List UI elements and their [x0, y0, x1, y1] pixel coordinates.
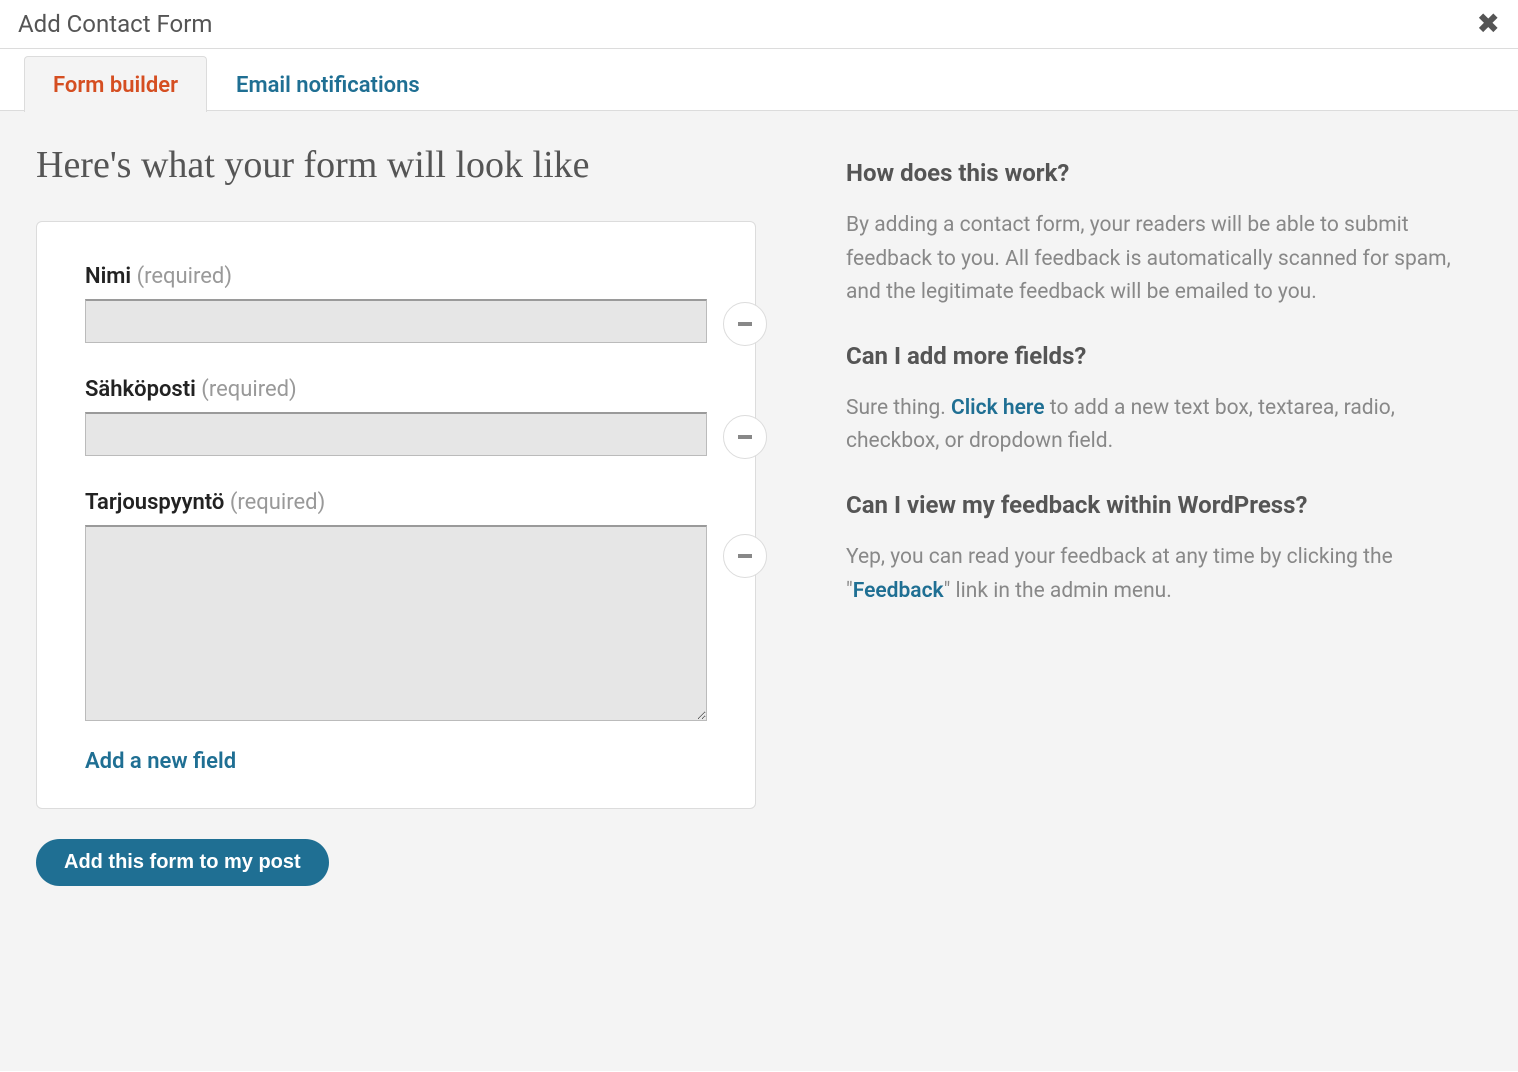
tab-bar: Form builder Email notifications — [0, 49, 1518, 111]
help-heading: Can I add more fields? — [846, 342, 1482, 370]
remove-field-button[interactable] — [723, 415, 767, 459]
field-required-text: (required) — [230, 490, 325, 515]
field-required-text: (required) — [201, 377, 296, 402]
form-field: Tarjouspyyntö (required) — [85, 490, 707, 725]
form-preview-card: Nimi (required) Sähköposti (required) — [36, 221, 756, 809]
help-heading: How does this work? — [846, 159, 1482, 187]
field-label: Sähköposti (required) — [85, 377, 707, 402]
minus-icon — [738, 322, 752, 326]
help-paragraph: Sure thing. Click here to add a new text… — [846, 392, 1482, 459]
remove-field-button[interactable] — [723, 534, 767, 578]
form-field: Nimi (required) — [85, 264, 707, 343]
preview-heading: Here's what your form will look like — [36, 143, 756, 187]
modal-header: Add Contact Form ✖ — [0, 0, 1518, 49]
add-field-link[interactable]: Add a new field — [85, 749, 707, 774]
field-label: Nimi (required) — [85, 264, 707, 289]
add-field-help-link[interactable]: Click here — [951, 396, 1045, 420]
close-icon[interactable]: ✖ — [1477, 10, 1500, 38]
field-label: Tarjouspyyntö (required) — [85, 490, 707, 515]
help-column: How does this work? By adding a contact … — [846, 143, 1482, 1039]
remove-field-button[interactable] — [723, 302, 767, 346]
textarea-input[interactable] — [85, 525, 707, 721]
tab-form-builder[interactable]: Form builder — [24, 56, 207, 112]
help-heading: Can I view my feedback within WordPress? — [846, 491, 1482, 519]
feedback-help-link[interactable]: Feedback — [853, 579, 944, 603]
submit-row: Add this form to my post — [36, 839, 756, 886]
field-label-text: Nimi — [85, 264, 131, 289]
modal-title: Add Contact Form — [18, 10, 212, 38]
form-field: Sähköposti (required) — [85, 377, 707, 456]
minus-icon — [738, 554, 752, 558]
help-paragraph: By adding a contact form, your readers w… — [846, 209, 1482, 310]
text-input[interactable] — [85, 412, 707, 456]
tab-email-notifications[interactable]: Email notifications — [207, 56, 449, 112]
field-required-text: (required) — [137, 264, 232, 289]
content-area: Here's what your form will look like Nim… — [0, 111, 1518, 1071]
help-paragraph: Yep, you can read your feedback at any t… — [846, 541, 1482, 608]
left-column: Here's what your form will look like Nim… — [36, 143, 756, 1039]
help-text: Sure thing. — [846, 396, 951, 420]
minus-icon — [738, 435, 752, 439]
add-form-button[interactable]: Add this form to my post — [36, 839, 329, 886]
field-label-text: Sähköposti — [85, 377, 196, 402]
help-text: " link in the admin menu. — [944, 579, 1172, 603]
field-label-text: Tarjouspyyntö — [85, 490, 224, 515]
text-input[interactable] — [85, 299, 707, 343]
